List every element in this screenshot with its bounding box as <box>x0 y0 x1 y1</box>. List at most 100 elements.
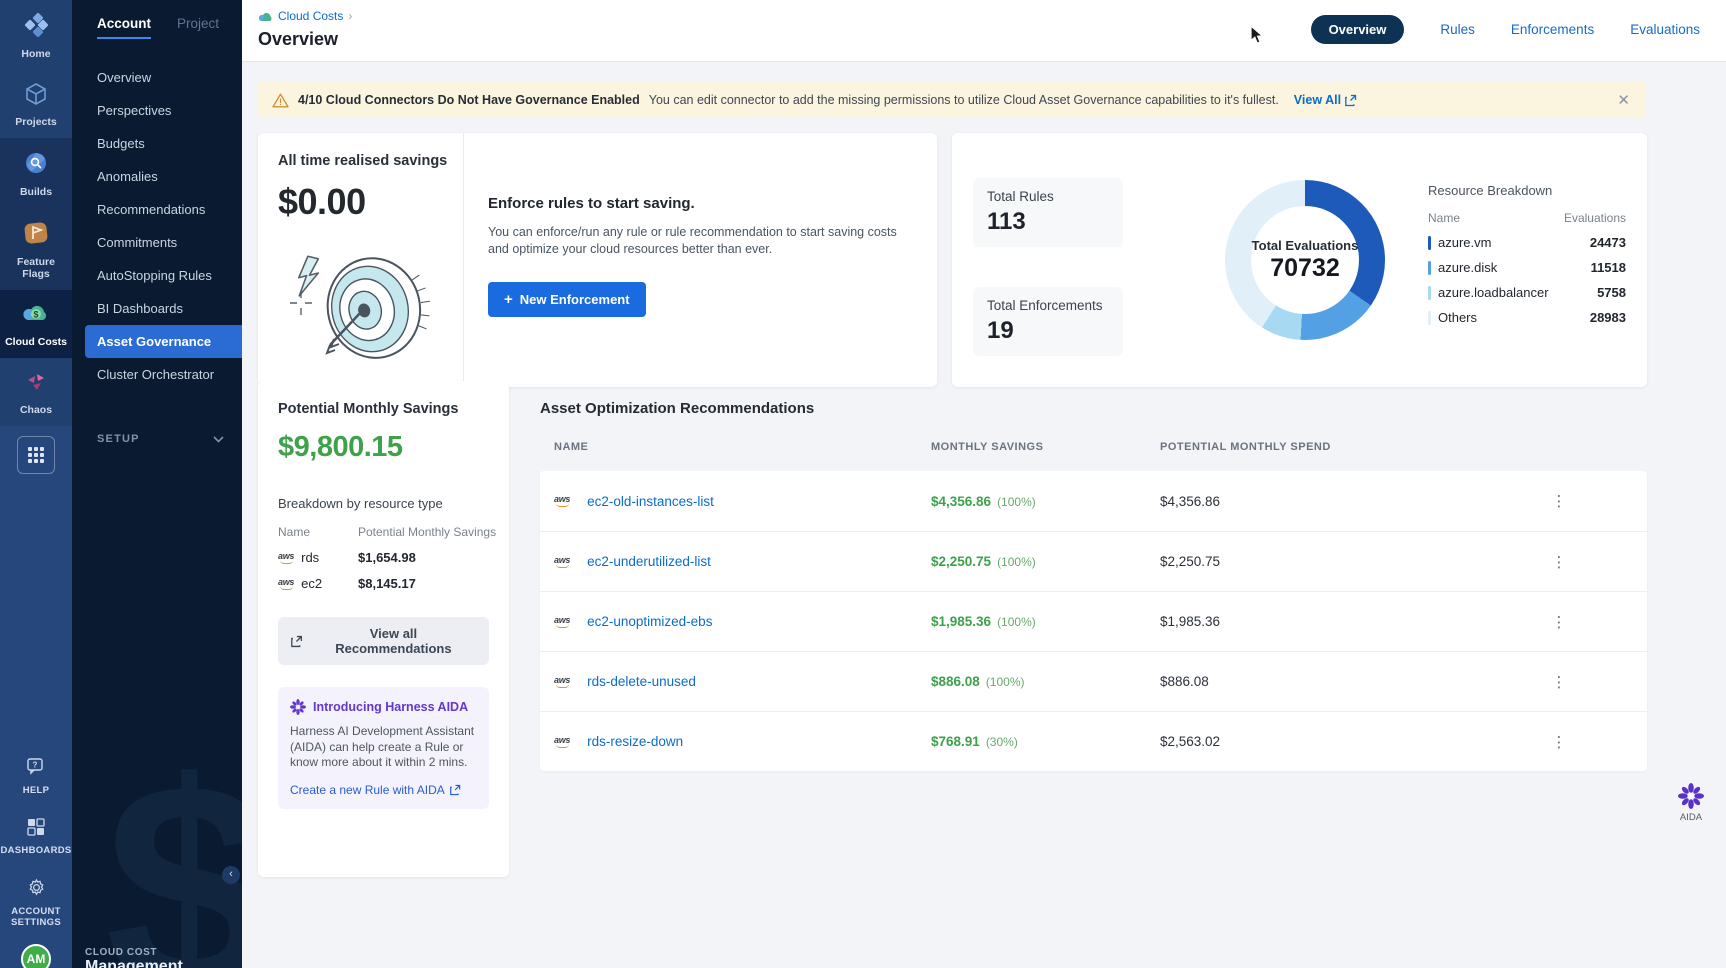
rule-link[interactable]: ec2-underutilized-list <box>587 554 711 569</box>
rail-item-projects[interactable]: Projects <box>0 70 72 138</box>
aida-title: Introducing Harness AIDA <box>313 700 468 714</box>
potential-savings-card: Potential Monthly Savings $9,800.15 Brea… <box>258 381 509 877</box>
aida-description: Harness AI Development Assistant (AIDA) … <box>290 724 477 771</box>
aws-icon: aws <box>278 552 294 564</box>
sidebar-menu: Overview Perspectives Budgets Anomalies … <box>72 61 242 391</box>
sidebar-footer: CLOUD COST Management <box>85 947 183 968</box>
row-menu-icon[interactable]: ⋮ <box>1549 553 1569 571</box>
sidebar-item-cluster-orchestrator[interactable]: Cluster Orchestrator <box>72 358 242 391</box>
sidebar-item-asset-governance[interactable]: Asset Governance <box>85 325 242 358</box>
grid-icon <box>28 447 44 463</box>
ps-col-value: Potential Monthly Savings <box>358 525 496 539</box>
table-row: awsec2-old-instances-list $4,356.86(100%… <box>540 471 1647 531</box>
dollar-watermark: $ <box>105 738 242 968</box>
aida-floating-button[interactable]: AIDA <box>1678 783 1704 823</box>
external-link-icon <box>450 784 461 796</box>
view-all-recommendations-button[interactable]: View all Recommendations <box>278 617 489 665</box>
svg-text:?: ? <box>33 761 38 770</box>
governance-nav: Overview Rules Enforcements Evaluations <box>1311 15 1700 44</box>
footer-title: Management <box>85 958 183 968</box>
rail-item-dashboards[interactable]: DASHBOARDS <box>0 818 72 856</box>
sidebar-item-recommendations[interactable]: Recommendations <box>72 193 242 226</box>
rule-link[interactable]: rds-resize-down <box>587 734 683 749</box>
new-enforcement-button[interactable]: + New Enforcement <box>488 282 646 317</box>
rail-item-feature-flags[interactable]: Feature Flags <box>0 208 72 290</box>
potential-savings-title: Potential Monthly Savings <box>278 401 489 417</box>
breadcrumb[interactable]: Cloud Costs › <box>258 9 352 23</box>
table-row: awsrds-resize-down $768.91(30%) $2,563.0… <box>540 711 1647 771</box>
donut-center-value: 70732 <box>1270 254 1340 283</box>
rail-item-builds[interactable]: Builds <box>0 138 72 208</box>
sidebar-item-autostopping-rules[interactable]: AutoStopping Rules <box>72 259 242 292</box>
governance-warning-banner: ! 4/10 Cloud Connectors Do Not Have Gove… <box>258 82 1646 118</box>
asset-optimization-section: Asset Optimization Recommendations NAME … <box>540 400 1647 771</box>
page-title: Overview <box>258 29 338 50</box>
warning-icon: ! <box>272 93 289 108</box>
setup-label: SETUP <box>97 433 140 445</box>
rail-item-home[interactable]: Home <box>0 0 72 70</box>
chevron-down-icon <box>213 436 224 443</box>
recommendations-table: awsec2-old-instances-list $4,356.86(100%… <box>540 471 1647 771</box>
tab-rules[interactable]: Rules <box>1440 22 1475 37</box>
rule-link[interactable]: ec2-old-instances-list <box>587 494 714 509</box>
rail-item-help[interactable]: ? HELP <box>0 758 72 796</box>
legend-swatch <box>1428 236 1431 250</box>
tab-evaluations[interactable]: Evaluations <box>1630 22 1700 37</box>
tab-account[interactable]: Account <box>97 16 151 39</box>
banner-view-all-link[interactable]: View All <box>1294 93 1357 107</box>
sidebar-item-bi-dashboards[interactable]: BI Dashboards <box>72 292 242 325</box>
user-avatar[interactable]: AM <box>21 944 51 968</box>
row-menu-icon[interactable]: ⋮ <box>1549 492 1569 510</box>
breakdown-col-evaluations: Evaluations <box>1564 211 1626 225</box>
breadcrumb-separator: › <box>348 9 352 23</box>
aws-icon: aws <box>554 736 570 748</box>
breadcrumb-link[interactable]: Cloud Costs <box>278 9 343 23</box>
breakdown-col-name: Name <box>1428 211 1460 225</box>
rule-link[interactable]: rds-delete-unused <box>587 674 696 689</box>
enforce-description: You can enforce/run any rule or rule rec… <box>488 224 918 258</box>
breakdown-row: azure.loadbalancer 5758 <box>1428 285 1626 300</box>
sidebar-setup-toggle[interactable]: SETUP <box>97 433 224 445</box>
sidebar-item-anomalies[interactable]: Anomalies <box>72 160 242 193</box>
aws-icon: aws <box>554 556 570 568</box>
plus-icon: + <box>504 291 513 308</box>
footer-kicker: CLOUD COST <box>85 947 183 958</box>
ps-row: awsec2 $8,145.17 <box>278 576 489 591</box>
sidebar-item-budgets[interactable]: Budgets <box>72 127 242 160</box>
projects-icon <box>24 82 48 111</box>
aws-icon: aws <box>554 676 570 688</box>
sidebar-item-overview[interactable]: Overview <box>72 61 242 94</box>
col-name: NAME <box>554 441 931 453</box>
module-picker-button[interactable] <box>17 436 55 474</box>
ps-row: awsrds $1,654.98 <box>278 550 489 565</box>
row-menu-icon[interactable]: ⋮ <box>1549 733 1569 751</box>
aida-flower-icon <box>290 699 306 715</box>
breakdown-row: Others 28983 <box>1428 310 1626 325</box>
rule-link[interactable]: ec2-unoptimized-ebs <box>587 614 712 629</box>
banner-title: 4/10 Cloud Connectors Do Not Have Govern… <box>298 93 640 107</box>
cloud-icon <box>258 11 273 22</box>
module-rail: Home Projects Builds Feature Flags $ Clo… <box>0 0 72 968</box>
row-menu-icon[interactable]: ⋮ <box>1549 613 1569 631</box>
resource-breakdown: Resource Breakdown Name Evaluations azur… <box>1428 183 1626 325</box>
sidebar-item-perspectives[interactable]: Perspectives <box>72 94 242 127</box>
gear-icon <box>27 878 46 902</box>
rail-label: Cloud Costs <box>5 336 67 348</box>
ps-col-name: Name <box>278 525 358 539</box>
tab-enforcements[interactable]: Enforcements <box>1511 22 1594 37</box>
banner-close-icon[interactable]: ✕ <box>1615 91 1632 109</box>
rail-item-account-settings[interactable]: ACCOUNT SETTINGS <box>0 878 72 928</box>
sidebar-collapse-button[interactable]: ‹ <box>222 866 240 884</box>
aws-icon: aws <box>278 578 294 590</box>
svg-text:!: ! <box>279 97 282 107</box>
rail-item-cloud-costs[interactable]: $ Cloud Costs <box>0 290 72 358</box>
tab-project[interactable]: Project <box>177 16 219 39</box>
table-row: awsrds-delete-unused $886.08(100%) $886.… <box>540 651 1647 711</box>
legend-swatch <box>1428 311 1431 325</box>
tab-overview[interactable]: Overview <box>1311 15 1405 44</box>
aida-create-rule-link[interactable]: Create a new Rule with AIDA <box>290 783 477 797</box>
rail-item-chaos[interactable]: Chaos <box>0 358 72 426</box>
sidebar-item-commitments[interactable]: Commitments <box>72 226 242 259</box>
row-menu-icon[interactable]: ⋮ <box>1549 673 1569 691</box>
total-enforcements-label: Total Enforcements <box>987 298 1109 313</box>
